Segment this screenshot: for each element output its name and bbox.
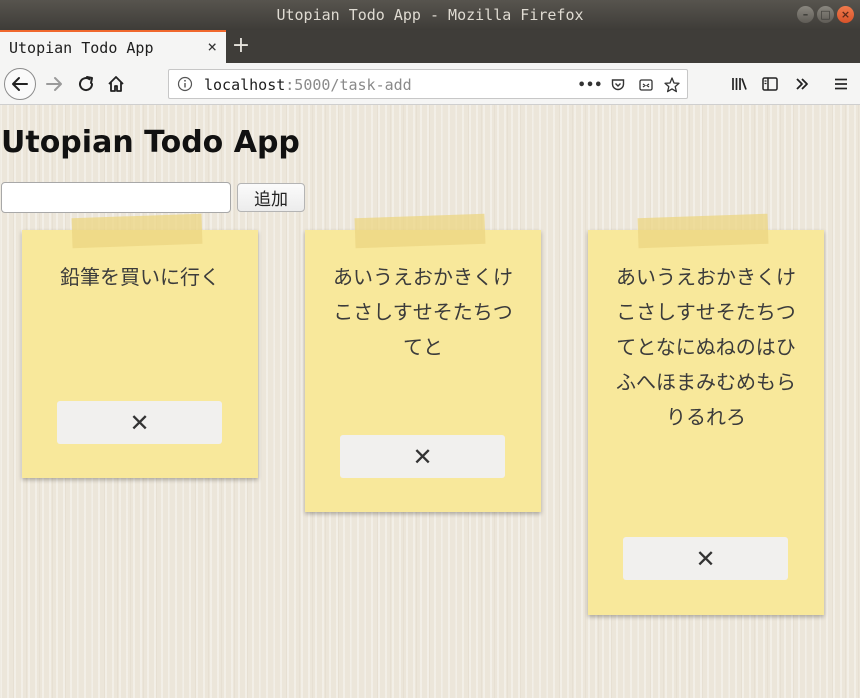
url-bar[interactable]: localhost:5000/task-add ••• xyxy=(168,69,688,99)
delete-note-button[interactable]: ✕ xyxy=(57,401,222,444)
tape-decoration xyxy=(637,213,769,249)
tab-active[interactable]: Utopian Todo App × xyxy=(0,30,226,63)
page-actions-icon[interactable]: ••• xyxy=(578,76,603,94)
back-arrow-icon xyxy=(12,77,28,91)
tab-strip: Utopian Todo App × + xyxy=(0,30,860,63)
hamburger-menu-icon xyxy=(835,78,847,90)
close-window-button[interactable]: × xyxy=(837,6,854,23)
library-button[interactable] xyxy=(727,72,751,96)
note-text: あいうえおかきくけこさしすせそたちつてと xyxy=(333,265,513,359)
delete-note-button[interactable]: ✕ xyxy=(623,537,788,580)
pocket-icon[interactable] xyxy=(609,76,627,94)
bookmark-star-icon[interactable] xyxy=(663,76,681,94)
tape-decoration xyxy=(71,213,203,249)
add-button[interactable]: 追加 xyxy=(237,183,305,212)
nav-toolbar: localhost:5000/task-add ••• xyxy=(0,63,860,105)
url-text[interactable]: localhost:5000/task-add xyxy=(204,76,412,94)
chevron-double-right-icon xyxy=(796,78,808,90)
page-content: Utopian Todo App 追加 鉛筆を買いに行く ✕ あいうえおかきくけ… xyxy=(0,105,860,698)
minimize-button[interactable]: – xyxy=(797,6,814,23)
sticky-note: 鉛筆を買いに行く ✕ xyxy=(22,213,258,478)
forward-button[interactable] xyxy=(42,72,66,96)
page-title: Utopian Todo App xyxy=(1,125,300,160)
reader-view-icon[interactable] xyxy=(637,76,655,94)
note-text: あいうえおかきくけこさしすせそたちつてとなにぬねのはひふへほまみむめもらりるれろ xyxy=(616,265,796,429)
maximize-button[interactable]: □ xyxy=(817,6,834,23)
reload-icon xyxy=(79,76,94,92)
task-input[interactable] xyxy=(1,182,231,213)
new-tab-button[interactable]: + xyxy=(230,33,252,59)
url-host: localhost xyxy=(204,76,286,94)
tab-close-icon[interactable]: × xyxy=(207,37,217,56)
reload-button[interactable] xyxy=(74,72,98,96)
overflow-menu-button[interactable] xyxy=(790,72,814,96)
forward-arrow-icon xyxy=(46,77,62,91)
window-title: Utopian Todo App - Mozilla Firefox xyxy=(276,6,584,24)
note-text: 鉛筆を買いに行く xyxy=(60,265,220,289)
sidebar-icon xyxy=(762,77,778,91)
window-titlebar: Utopian Todo App - Mozilla Firefox – □ × xyxy=(0,0,860,30)
window-controls: – □ × xyxy=(797,6,854,23)
delete-note-button[interactable]: ✕ xyxy=(340,435,505,478)
home-button[interactable] xyxy=(104,72,128,96)
hamburger-menu-button[interactable] xyxy=(829,72,853,96)
url-path: :5000/task-add xyxy=(285,76,412,94)
home-icon xyxy=(108,76,124,92)
sticky-note: あいうえおかきくけこさしすせそたちつてとなにぬねのはひふへほまみむめもらりるれろ… xyxy=(588,213,824,615)
tab-title: Utopian Todo App xyxy=(9,38,154,57)
library-icon xyxy=(732,78,747,90)
back-button[interactable] xyxy=(4,68,36,100)
sidebar-button[interactable] xyxy=(758,72,782,96)
tape-decoration xyxy=(354,213,486,249)
info-icon[interactable] xyxy=(177,76,193,96)
sticky-note: あいうえおかきくけこさしすせそたちつてと ✕ xyxy=(305,213,541,512)
